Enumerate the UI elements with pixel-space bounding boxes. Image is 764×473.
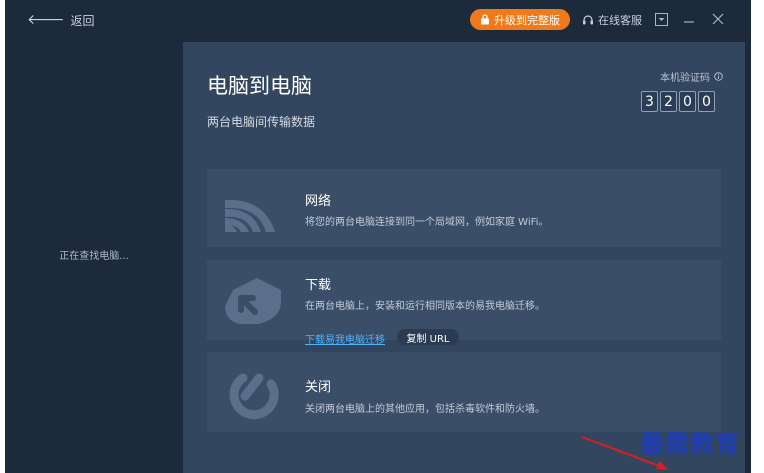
main-panel: 电脑到电脑 两台电脑间传输数据 本机验证码 3 2 0 0 网络 将您的两台电脑…: [183, 42, 745, 473]
network-title: 网络: [305, 194, 332, 209]
copy-url-button[interactable]: 复制 URL: [397, 329, 459, 345]
verification-digit: 0: [698, 91, 715, 112]
close-description: 关闭两台电脑上的其他应用，包括杀毒软件和防火墙。: [305, 404, 545, 415]
watermark: 最需教育: [640, 429, 740, 458]
app-window: 🡐 返回 升级到完整版 在线客服 正在查找电脑... 电脑到电脑 两台电脑间传输…: [5, 0, 751, 473]
back-button[interactable]: 🡐 返回: [27, 10, 95, 30]
verification-digit: 0: [679, 91, 696, 112]
info-icon[interactable]: [714, 72, 723, 81]
online-support-button[interactable]: 在线客服: [582, 10, 642, 30]
power-icon: [229, 373, 279, 420]
close-icon: [712, 13, 724, 25]
page-subtitle: 两台电脑间传输数据: [207, 115, 316, 129]
dropdown-icon: [654, 12, 668, 26]
lock-icon: [481, 14, 489, 25]
network-option-card: 网络 将您的两台电脑连接到同一个局域网，例如家庭 WiFi。: [207, 169, 721, 247]
verification-code-label: 本机验证码: [653, 69, 723, 84]
close-apps-option-card: 关闭 关闭两台电脑上的其他应用，包括杀毒软件和防火墙。: [207, 352, 721, 432]
network-description: 将您的两台电脑连接到同一个局域网，例如家庭 WiFi。: [305, 217, 549, 228]
titlebar: 🡐 返回 升级到完整版 在线客服: [5, 0, 751, 40]
support-label: 在线客服: [598, 14, 642, 27]
page-title: 电脑到电脑: [207, 74, 312, 98]
close-title: 关闭: [305, 380, 332, 395]
download-icon: [225, 278, 281, 324]
wifi-icon: [225, 199, 275, 232]
download-description: 在两台电脑上，安装和运行相同版本的易我电脑迁移。: [305, 301, 545, 312]
verification-digit: 2: [660, 91, 677, 112]
minimize-icon: [684, 21, 694, 23]
back-label: 返回: [70, 13, 95, 28]
upgrade-label: 升级到完整版: [494, 13, 560, 27]
menu-dropdown-button[interactable]: [653, 11, 669, 27]
download-option-card: 下载 在两台电脑上，安装和运行相同版本的易我电脑迁移。 下载易我电脑迁移 复制 …: [207, 260, 721, 346]
headset-icon: [583, 14, 593, 24]
verification-digit: 3: [641, 91, 658, 112]
sidebar-status-text: 正在查找电脑...: [59, 251, 129, 262]
close-button[interactable]: [710, 11, 726, 27]
back-arrow-icon: 🡐: [27, 12, 65, 28]
verification-code-label-text: 本机验证码: [660, 73, 710, 84]
download-title: 下载: [305, 278, 332, 293]
download-link[interactable]: 下载易我电脑迁移: [305, 331, 385, 346]
upgrade-button[interactable]: 升级到完整版: [470, 9, 570, 30]
verification-code: 3 2 0 0: [641, 91, 715, 112]
minimize-button[interactable]: [681, 11, 697, 27]
